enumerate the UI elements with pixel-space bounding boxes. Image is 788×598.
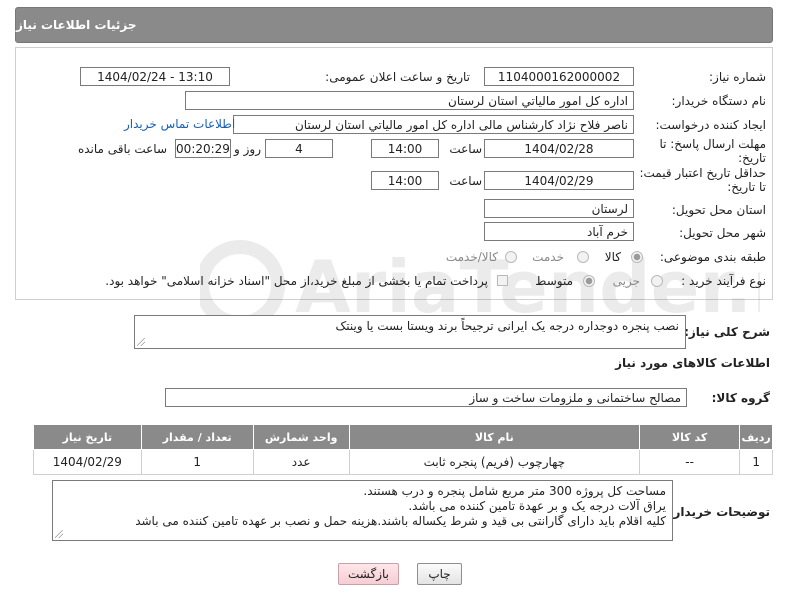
buyer-notes-line: یراق آلات درجه یک و بر عهدة تامین کننده … [408,499,666,513]
delivery-city-field[interactable]: خرم آباد [484,222,634,241]
price-validity-label-line1: حداقل تاریخ اعتبار قیمت: [639,166,766,180]
description-label: شرح کلی نیاز: [684,325,770,339]
reply-deadline-label-line2: تاریخ: [738,151,766,165]
buyer-notes-line: مساحت کل پروژه 300 متر مربع شامل پنجره و… [363,484,666,498]
delivery-city-label: شهر محل تحویل: [679,226,766,240]
requester-field[interactable]: ناصر فلاح نژاد کارشناس مالی اداره کل امو… [233,115,634,134]
reply-deadline-label-line1: مهلت ارسال پاسخ: تا [659,137,766,151]
buyer-org-field[interactable]: اداره کل امور مالياتي استان لرستان [185,91,634,110]
buyer-contact-link[interactable]: اطلاعات تماس خریدار [124,117,235,131]
process-type-label: نوع فرآیند خرید : [681,274,766,288]
panel-header: جزئیات اطلاعات نیاز [15,7,773,43]
back-button[interactable]: بازگشت [338,563,399,585]
cell-unit: عدد [252,449,350,475]
process-option-medium: متوسط [535,274,573,288]
process-option-minor: جزیی [612,274,640,288]
category-option-goods: کالا [604,250,621,264]
category-option-service: خدمت [532,250,564,264]
description-text: نصب پنجره دوجداره درجه یک ایرانی ترجیحاً… [335,319,679,333]
treasury-checkbox-text: پرداخت تمام یا بخشی از مبلغ خرید،از محل … [105,274,488,288]
price-validity-time-field[interactable]: 14:00 [371,171,439,190]
col-header-unit: واحد شمارش [252,424,350,450]
panel-title: جزئیات اطلاعات نیاز [16,18,137,32]
col-header-name: نام کالا [348,424,641,450]
buyer-notes-label: توضیحات خریدار: [668,505,770,519]
resize-grip-icon[interactable] [55,530,63,538]
cell-code: -- [638,449,741,475]
goods-group-label: گروه کالا: [711,391,770,405]
col-header-code: کد کالا [638,424,741,450]
table-row[interactable]: 1 -- چهارچوب (فریم) پنجره ثابت عدد 1 140… [33,449,773,475]
buyer-notes-line: کلیه اقلام باید دارای گارانتی بی قید و ش… [135,514,666,528]
category-label: طبقه بندی موضوعی: [659,250,766,264]
reply-days-label: روز و [234,142,261,156]
category-radio-goods-service[interactable] [505,251,517,263]
goods-table-header-row: ردیف کد کالا نام کالا واحد شمارش تعداد /… [33,424,773,450]
cell-need-date: 1404/02/29 [33,449,142,475]
description-textarea[interactable]: نصب پنجره دوجداره درجه یک ایرانی ترجیحاً… [134,315,686,349]
reply-deadline-time-field[interactable]: 14:00 [371,139,439,158]
cell-quantity: 1 [140,449,254,475]
cell-row-number: 1 [739,449,773,475]
goods-section-title: اطلاعات کالاهای مورد نیاز [615,356,770,370]
delivery-province-label: استان محل تحویل: [671,203,766,217]
delivery-province-field[interactable]: لرستان [484,199,634,218]
buyer-org-label: نام دستگاه خریدار: [671,94,767,108]
buyer-notes-textarea[interactable]: مساحت کل پروژه 300 متر مربع شامل پنجره و… [52,480,673,541]
price-validity-date-field[interactable]: 1404/02/29 [484,171,634,190]
process-radio-medium[interactable] [583,275,595,287]
treasury-checkbox[interactable] [497,275,508,286]
need-number-label: شماره نیاز: [709,70,766,84]
remaining-time-label: ساعت باقی مانده [77,142,167,156]
requester-label: ایجاد کننده درخواست: [655,118,766,132]
reply-deadline-date-field[interactable]: 1404/02/28 [484,139,634,158]
category-option-goods-service: کالا/خدمت [445,250,498,264]
category-radio-goods[interactable] [631,251,643,263]
reply-days-field[interactable]: 4 [265,139,333,158]
announce-label: تاریخ و ساعت اعلان عمومی: [325,70,470,84]
need-number-field[interactable]: 1104000162000002 [484,67,634,86]
price-validity-time-label: ساعت [449,174,482,188]
goods-table: ردیف کد کالا نام کالا واحد شمارش تعداد /… [33,424,773,475]
resize-grip-icon[interactable] [137,338,145,346]
announce-field[interactable]: 1404/02/24 - 13:10 [80,67,230,86]
cell-name: چهارچوب (فریم) پنجره ثابت [348,449,641,475]
print-button[interactable]: چاپ [417,563,462,585]
col-header-quantity: تعداد / مقدار [140,424,254,450]
category-radio-service[interactable] [577,251,589,263]
remaining-time-field[interactable]: 00:20:29 [175,139,231,158]
goods-group-field[interactable]: مصالح ساختمانی و ملزومات ساخت و ساز [165,388,687,407]
reply-deadline-time-label: ساعت [449,142,482,156]
process-radio-minor[interactable] [651,275,663,287]
price-validity-label-line2: تا تاریخ: [727,180,766,194]
col-header-need-date: تاریخ نیاز [33,424,142,450]
col-header-row-number: ردیف [739,424,773,450]
